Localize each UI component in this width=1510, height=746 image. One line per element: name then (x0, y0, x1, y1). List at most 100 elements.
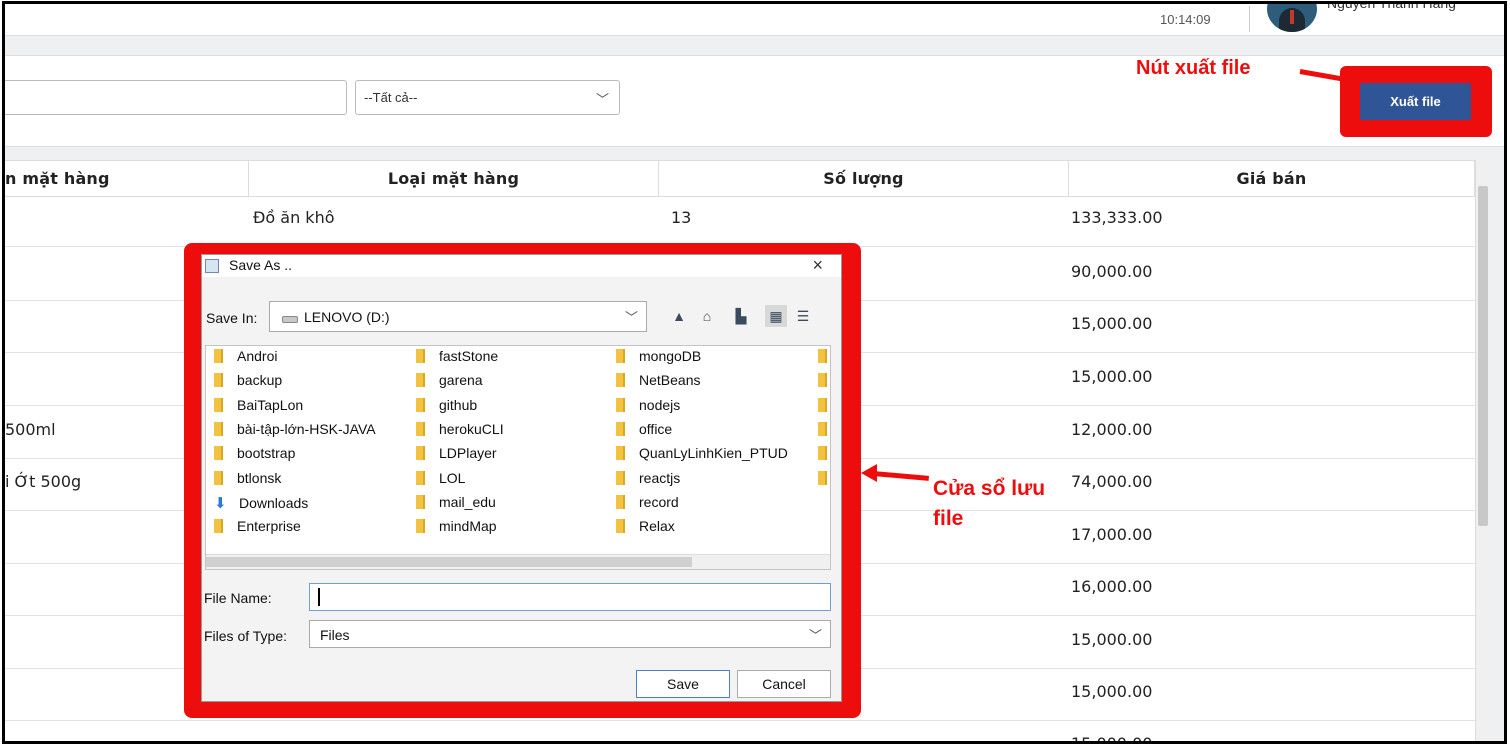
folder-icon (416, 349, 425, 363)
folder-icon (616, 446, 625, 461)
file-list-item[interactable]: LOL (416, 470, 465, 492)
save-button[interactable]: Save (636, 670, 730, 698)
up-folder-icon[interactable]: ▲ (668, 305, 690, 327)
folder-icon (416, 519, 425, 534)
file-list-item[interactable]: nodejs (616, 397, 680, 419)
file-list-item[interactable]: Androi (214, 348, 277, 370)
file-name-input[interactable] (309, 583, 831, 611)
downloads-folder-icon: ⬇ (214, 494, 227, 512)
folder-icon (214, 470, 223, 485)
folder-icon (818, 470, 827, 485)
file-list-item[interactable]: reactjs (616, 470, 680, 492)
column-header[interactable]: Giá bán (1069, 161, 1475, 197)
dialog-titlebar[interactable]: Save As .. × (202, 255, 841, 277)
avatar-tie (1290, 10, 1294, 24)
file-name-text: herokuCLI (439, 420, 504, 437)
file-name-text: reactjs (639, 469, 681, 486)
scroll-thumb[interactable] (1478, 186, 1488, 526)
file-list-item[interactable]: bài-tập-lớn-HSK-JAVA (214, 421, 376, 443)
table-cell-price: 90,000.00 (1071, 262, 1153, 281)
file-list-item[interactable]: mongoDB (616, 348, 701, 370)
file-list-item[interactable]: record (616, 494, 679, 516)
folder-icon[interactable] (818, 348, 830, 370)
table-cell-price: 12,000.00 (1071, 420, 1153, 439)
folder-icon (616, 349, 625, 363)
folder-icon[interactable] (818, 445, 830, 467)
folder-icon[interactable] (818, 397, 830, 419)
column-header[interactable]: n mặt hàng (5, 161, 249, 197)
table-cell-name: i Ớt 500g (5, 472, 82, 491)
file-name-text: LDPlayer (439, 445, 497, 462)
folder-icon (616, 373, 625, 388)
folder-icon (616, 519, 625, 534)
cancel-button[interactable]: Cancel (737, 670, 831, 698)
file-list-item[interactable]: herokuCLI (416, 421, 504, 443)
file-name-text: LOL (439, 469, 466, 486)
file-name-text: btlonsk (237, 469, 282, 486)
file-list-item[interactable]: mindMap (416, 518, 497, 540)
folder-icon (616, 397, 625, 412)
file-list-item[interactable]: Relax (616, 518, 675, 540)
vertical-scrollbar[interactable] (1475, 160, 1489, 741)
table-cell-price: 15,000.00 (1071, 682, 1153, 701)
column-header[interactable]: Loại mặt hàng (249, 161, 659, 197)
file-list-item[interactable]: office (616, 421, 672, 443)
export-file-button[interactable]: Xuất file (1360, 83, 1471, 120)
dialog-callout-label: Cửa sổ lưu file (933, 477, 1046, 530)
folder-icon[interactable] (818, 372, 830, 394)
file-list-item[interactable]: Enterprise (214, 518, 301, 540)
file-list-item[interactable]: backup (214, 372, 282, 394)
folder-icon[interactable] (818, 421, 830, 443)
new-folder-icon[interactable]: ▙ (730, 305, 752, 327)
file-list-item[interactable]: QuanLyLinhKien_PTUD (616, 445, 788, 467)
folder-icon (818, 349, 827, 363)
text-caret (318, 588, 320, 606)
file-name-text: Downloads (239, 494, 309, 511)
file-type-value: Files (320, 627, 350, 643)
file-list-item[interactable]: LDPlayer (416, 445, 497, 467)
folder-icon (616, 421, 625, 436)
close-icon[interactable]: × (812, 255, 823, 276)
file-list[interactable]: Androi backup BaiTapLon bài-tập-lớn-HSK-JAV… (205, 345, 831, 570)
search-input[interactable] (5, 80, 347, 115)
file-type-combo[interactable]: Files ﹀ (309, 620, 831, 648)
folder-icon (416, 373, 425, 388)
table-cell-type: Đồ ăn khô (253, 208, 335, 227)
scroll-thumb[interactable] (206, 557, 692, 567)
save-in-combo[interactable]: LENOVO (D:) ﹀ (269, 301, 647, 332)
home-icon[interactable]: ⌂ (696, 305, 718, 327)
avatar[interactable] (1267, 4, 1317, 32)
folder-icon (818, 421, 827, 436)
file-list-item[interactable]: btlonsk (214, 470, 281, 492)
user-name[interactable]: Nguyễn Thanh Hằng (1327, 4, 1456, 11)
file-list-item[interactable]: bootstrap (214, 445, 295, 467)
file-name-text: bài-tập-lớn-HSK-JAVA (237, 420, 376, 437)
file-list-item[interactable]: BaiTapLon (214, 397, 303, 419)
folder-icon (214, 349, 223, 363)
folder-icon[interactable] (818, 470, 830, 492)
file-list-item[interactable]: github (416, 397, 477, 419)
file-list-item[interactable]: NetBeans (616, 372, 700, 394)
list-view-icon[interactable]: ▦ (765, 305, 787, 327)
file-list-item[interactable]: mail_edu (416, 494, 496, 516)
folder-icon (616, 494, 625, 509)
export-callout-label: Nút xuất file (1136, 57, 1251, 79)
file-name-text: Androi (237, 348, 278, 364)
details-view-icon[interactable]: ☰ (792, 305, 814, 327)
file-name-text: mongoDB (639, 348, 702, 364)
file-list-item[interactable]: fastStone (416, 348, 498, 370)
folder-icon (214, 397, 223, 412)
row-divider (5, 720, 1475, 721)
dialog-title: Save As .. (229, 257, 293, 273)
folder-icon (214, 519, 223, 534)
table-cell-price: 133,333.00 (1071, 208, 1163, 227)
table-cell-qty: 13 (671, 208, 692, 227)
horizontal-scrollbar[interactable] (206, 554, 830, 569)
chevron-down-icon: ﹀ (624, 310, 638, 325)
file-list-item[interactable]: garena (416, 372, 483, 394)
file-name-text: bootstrap (237, 445, 296, 462)
file-list-item[interactable]: ⬇ Downloads (214, 494, 308, 516)
type-select[interactable]: --Tất cả-- ﹀ (355, 80, 620, 115)
column-header[interactable]: Số lượng (659, 161, 1069, 197)
folder-icon (214, 446, 223, 461)
